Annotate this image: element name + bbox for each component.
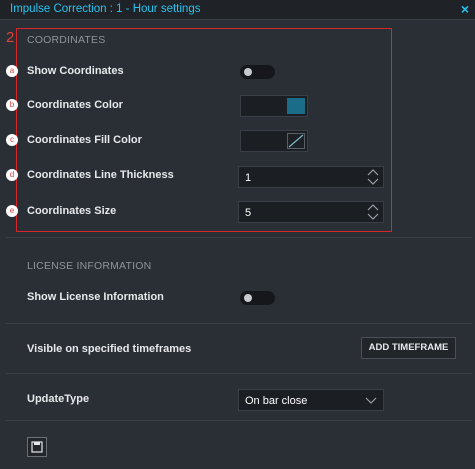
- coordinates-size-stepper[interactable]: 5: [238, 201, 384, 223]
- coordinates-color-picker[interactable]: [240, 95, 308, 117]
- color-swatch: [287, 98, 305, 114]
- annotation-marker-a: a: [6, 65, 18, 77]
- section-divider: [6, 237, 472, 238]
- window-title: Impulse Correction : 1 - Hour settings: [10, 3, 201, 15]
- coordinates-size-label: Coordinates Size: [27, 205, 117, 217]
- update-type-select[interactable]: On bar close: [238, 389, 384, 411]
- timeframes-label: Visible on specified timeframes: [27, 343, 192, 355]
- annotation-marker-c: c: [6, 134, 18, 146]
- coordinates-line-thickness-label: Coordinates Line Thickness: [27, 169, 174, 181]
- toggle-knob: [244, 294, 252, 302]
- annotation-marker-e: e: [6, 205, 18, 217]
- stepper-arrows-icon[interactable]: [367, 203, 379, 221]
- chevron-down-icon: [365, 397, 377, 404]
- show-coordinates-toggle[interactable]: [240, 65, 275, 79]
- annotation-marker-b: b: [6, 99, 18, 111]
- show-license-toggle[interactable]: [240, 291, 275, 305]
- annotation-marker-d: d: [6, 169, 18, 181]
- coordinates-fill-color-picker[interactable]: [240, 130, 308, 152]
- license-section-title: LICENSE INFORMATION: [27, 260, 152, 272]
- section-divider: [6, 323, 472, 324]
- size-value: 5: [245, 207, 252, 219]
- show-coordinates-label: Show Coordinates: [27, 65, 124, 77]
- update-type-label: UpdateType: [27, 393, 90, 405]
- save-button[interactable]: [27, 437, 47, 457]
- coordinates-fill-color-label: Coordinates Fill Color: [27, 134, 142, 146]
- annotation-number: 2: [6, 29, 15, 46]
- coordinates-color-label: Coordinates Color: [27, 99, 123, 111]
- section-divider: [6, 420, 472, 421]
- update-type-value: On bar close: [245, 395, 308, 407]
- coordinates-line-thickness-stepper[interactable]: 1: [238, 166, 384, 188]
- transparent-swatch-icon: [287, 133, 305, 149]
- section-divider: [6, 373, 472, 374]
- add-timeframe-button[interactable]: ADD TIMEFRAME: [361, 337, 456, 359]
- show-license-label: Show License Information: [27, 291, 164, 303]
- close-icon[interactable]: ×: [461, 1, 469, 17]
- toggle-knob: [244, 68, 252, 76]
- stepper-arrows-icon[interactable]: [367, 168, 379, 186]
- save-icon: [31, 441, 43, 453]
- coordinates-section-title: COORDINATES: [27, 34, 106, 46]
- thickness-value: 1: [245, 172, 252, 184]
- title-bar: Impulse Correction : 1 - Hour settings ×: [0, 0, 475, 20]
- settings-window: Impulse Correction : 1 - Hour settings ×…: [0, 0, 475, 469]
